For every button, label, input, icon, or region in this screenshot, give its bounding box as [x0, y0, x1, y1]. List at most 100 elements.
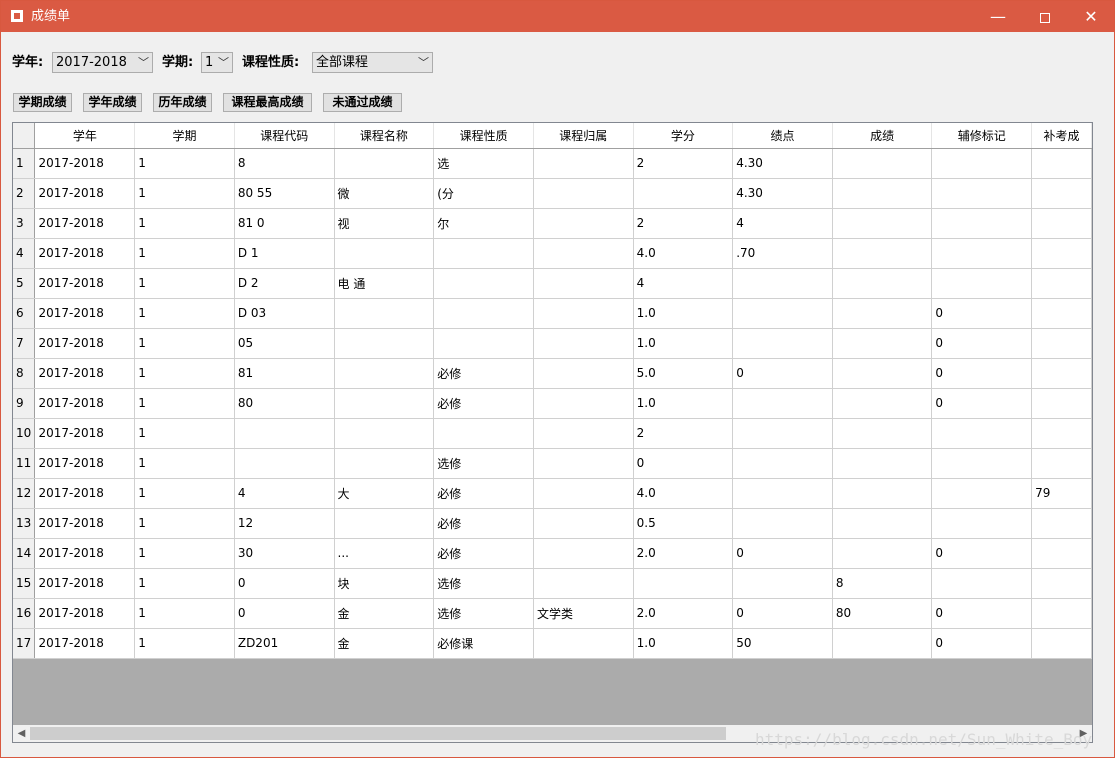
table-cell: 80 — [832, 598, 933, 629]
row-number: 5 — [13, 268, 36, 299]
row-number: 17 — [13, 628, 36, 659]
table-cell — [334, 328, 435, 359]
close-button[interactable]: ✕ — [1068, 1, 1114, 32]
table-row[interactable]: 8 2017-2018 1 81 必修 5.0 0 0 — [13, 358, 1092, 389]
row-number: 13 — [13, 508, 36, 539]
table-cell — [832, 328, 933, 359]
table-cell — [832, 478, 933, 509]
minimize-button[interactable]: — — [975, 1, 1021, 32]
table-cell: 2017-2018 — [34, 628, 136, 659]
table-cell — [334, 418, 435, 449]
table-row[interactable]: 16 2017-2018 1 0 金选修 文学类 2.0 0 80 0 — [13, 598, 1092, 629]
table-cell — [832, 448, 933, 479]
scrollbar-thumb[interactable] — [30, 727, 726, 740]
table-cell: 80 — [234, 388, 335, 419]
table-row[interactable]: 11 2017-2018 1 选修 0 — [13, 448, 1092, 479]
column-header[interactable]: 绩点 — [732, 123, 833, 149]
maximize-button[interactable] — [1022, 1, 1068, 32]
table-cell: 1 — [134, 208, 235, 239]
table-cell — [1031, 568, 1092, 599]
column-header[interactable]: 成绩 — [832, 123, 933, 149]
table-row[interactable]: 7 2017-2018 1 05 1.0 0 — [13, 328, 1092, 359]
table-row[interactable]: 13 2017-2018 1 12 必修 0.5 — [13, 508, 1092, 539]
grades-table: 学年 学期 课程代码 课程名称 课程性质 课程归属 学分 绩点 成绩 辅修标记 补考成 1 2017-… — [13, 123, 1092, 659]
column-header[interactable]: 辅修标记 — [931, 123, 1033, 149]
column-header[interactable]: 补考成 — [1031, 123, 1092, 149]
row-header-corner — [13, 123, 36, 149]
table-row[interactable]: 6 2017-2018 1 D 03 1.0 0 — [13, 298, 1092, 329]
column-header[interactable]: 课程代码 — [234, 123, 335, 149]
table-cell: 2017-2018 — [34, 148, 136, 179]
table-cell — [533, 178, 634, 209]
column-header[interactable]: 学期 — [134, 123, 235, 149]
table-cell — [533, 328, 634, 359]
table-row[interactable]: 9 2017-2018 1 80 必修 1.0 0 — [13, 388, 1092, 419]
table-cell: 必修 — [433, 358, 534, 389]
table-cell — [931, 508, 1033, 539]
failed-grades-button[interactable]: 未通过成绩 — [323, 93, 402, 112]
scroll-left-icon[interactable]: ◀ — [13, 725, 30, 742]
table-cell — [334, 298, 435, 329]
table-row[interactable]: 17 2017-2018 1 ZD201 金必修课 1.0 50 0 — [13, 628, 1092, 659]
column-header[interactable]: 课程性质 — [433, 123, 534, 149]
title-bar[interactable]: 成绩单 — ✕ — [1, 1, 1114, 32]
year-select[interactable]: 2017-2018 ﹀ — [52, 52, 153, 73]
table-cell: 1 — [134, 418, 235, 449]
table-cell — [533, 358, 634, 389]
table-cell: 1 — [134, 298, 235, 329]
table-row[interactable]: 2 2017-2018 1 80 55 微 (分 4.30 — [13, 178, 1092, 209]
term-select[interactable]: 1 ﹀ — [201, 52, 233, 73]
table-cell: 4.0 — [633, 478, 734, 509]
table-cell — [1031, 538, 1092, 569]
table-row[interactable]: 15 2017-2018 1 0 块选修 8 — [13, 568, 1092, 599]
table-cell: 2017-2018 — [34, 538, 136, 569]
column-header[interactable]: 学年 — [34, 123, 136, 149]
table-cell — [1031, 178, 1092, 209]
table-cell — [732, 418, 833, 449]
table-row[interactable]: 1 2017-2018 1 8 选 2 4.30 — [13, 148, 1092, 179]
table-cell — [234, 418, 335, 449]
table-cell: 2017-2018 — [34, 508, 136, 539]
table-cell — [533, 388, 634, 419]
table-cell: 金 — [334, 628, 435, 659]
table-cell: 2017-2018 — [34, 238, 136, 269]
table-cell: 8 — [832, 568, 933, 599]
table-row[interactable]: 14 2017-2018 1 30... 必修 2.0 0 0 — [13, 538, 1092, 569]
table-cell — [832, 388, 933, 419]
table-row[interactable]: 10 2017-2018 1 2 — [13, 418, 1092, 449]
chevron-down-icon: ﹀ — [138, 56, 149, 69]
table-cell: 80 55 — [234, 178, 335, 209]
history-grades-button[interactable]: 历年成绩 — [153, 93, 212, 112]
chevron-down-icon: ﹀ — [418, 56, 429, 69]
table-cell — [1031, 298, 1092, 329]
table-cell: 0 — [931, 538, 1033, 569]
table-cell — [433, 298, 534, 329]
table-cell: 05 — [234, 328, 335, 359]
year-grades-button[interactable]: 学年成绩 — [83, 93, 142, 112]
table-cell — [832, 238, 933, 269]
term-grades-button[interactable]: 学期成绩 — [13, 93, 72, 112]
table-cell — [334, 238, 435, 269]
table-cell: 0 — [931, 628, 1033, 659]
table-row[interactable]: 12 2017-2018 1 4 大必修 4.0 79 — [13, 478, 1092, 509]
grades-grid[interactable]: 学年 学期 课程代码 课程名称 课程性质 课程归属 学分 绩点 成绩 辅修标记 补考成 1 2017-… — [12, 122, 1093, 743]
course-nature-select[interactable]: 全部课程 ﹀ — [312, 52, 433, 73]
table-cell: 4 — [234, 478, 335, 509]
table-row[interactable]: 3 2017-2018 1 81 0视尔 24 — [13, 208, 1092, 239]
table-cell: 文学类 — [533, 598, 634, 629]
table-cell: 电 通 — [334, 268, 435, 299]
table-cell — [533, 448, 634, 479]
table-cell — [234, 448, 335, 479]
table-cell — [1031, 508, 1092, 539]
column-header[interactable]: 课程名称 — [334, 123, 435, 149]
table-cell: 2 — [633, 208, 734, 239]
table-row[interactable]: 5 2017-2018 1 D 2电 通 4 — [13, 268, 1092, 299]
highest-grades-button[interactable]: 课程最高成绩 — [223, 93, 312, 112]
table-cell: 1.0 — [633, 328, 734, 359]
column-header[interactable]: 课程归属 — [533, 123, 634, 149]
table-cell: 0 — [931, 328, 1033, 359]
table-row[interactable]: 4 2017-2018 1 D 1 4.0.70 — [13, 238, 1092, 269]
table-cell: 1 — [134, 328, 235, 359]
table-cell: 1 — [134, 238, 235, 269]
column-header[interactable]: 学分 — [633, 123, 734, 149]
